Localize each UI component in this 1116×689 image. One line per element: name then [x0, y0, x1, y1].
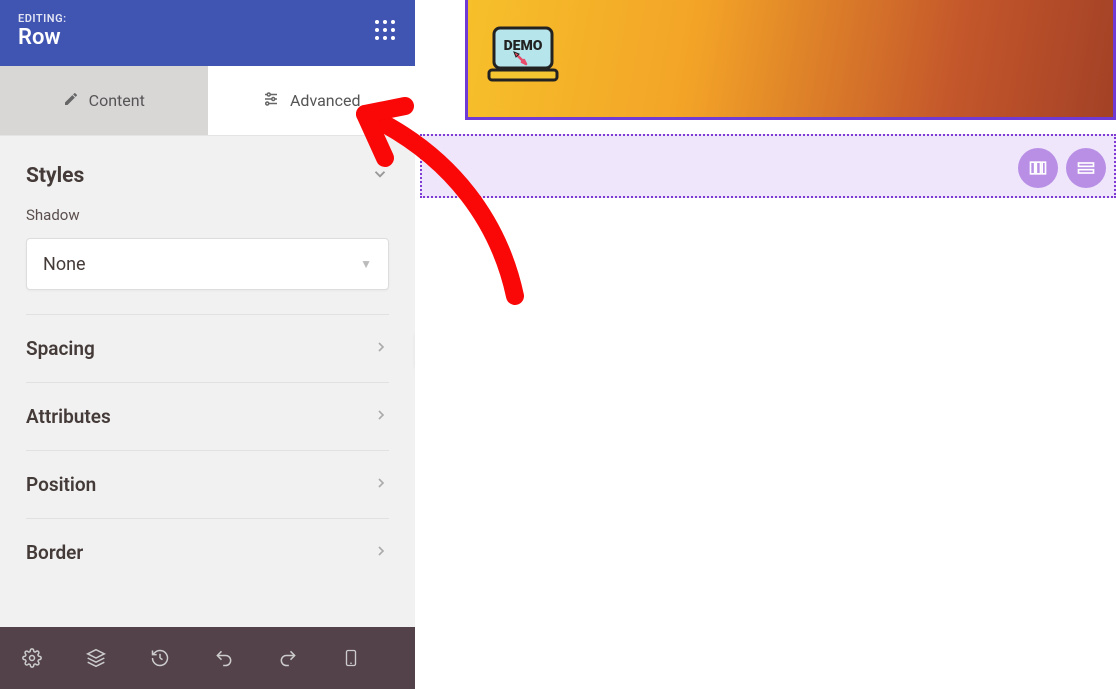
accordion-label: Spacing — [26, 337, 95, 360]
chevron-right-icon — [373, 473, 389, 496]
hero-section[interactable]: DEMO — [465, 0, 1116, 120]
shadow-select[interactable]: None ▼ — [26, 238, 389, 290]
svg-text:DEMO: DEMO — [504, 38, 543, 54]
accordion-border[interactable]: Border — [26, 519, 389, 586]
accordion-label: Position — [26, 473, 96, 496]
tab-advanced-label: Advanced — [290, 91, 361, 110]
pencil-icon — [63, 91, 79, 111]
accordion-attributes[interactable]: Attributes — [26, 383, 389, 451]
chevron-right-icon — [373, 337, 389, 360]
shadow-label: Shadow — [26, 206, 389, 224]
editing-title: Row — [18, 25, 67, 50]
history-button[interactable] — [150, 648, 170, 668]
add-columns-button[interactable] — [1018, 148, 1058, 188]
shadow-field: Shadow None ▼ — [26, 206, 389, 290]
sidebar-tabs: Content Advanced — [0, 66, 415, 136]
sidebar-header: EDITING: Row — [0, 0, 415, 66]
demo-laptop-icon: DEMO — [486, 24, 560, 84]
chevron-down-icon — [371, 165, 389, 187]
accordion-label: Border — [26, 541, 83, 564]
accordion-label: Attributes — [26, 405, 111, 428]
drag-handle-icon[interactable] — [375, 20, 397, 42]
accordion-spacing[interactable]: Spacing — [26, 315, 389, 383]
panel-body: Styles Shadow None ▼ Spacing Attributes — [0, 136, 415, 689]
redo-button[interactable] — [278, 648, 298, 668]
shadow-value: None — [43, 254, 86, 275]
sliders-icon — [262, 90, 280, 112]
tab-advanced[interactable]: Advanced — [208, 66, 416, 135]
chevron-right-icon — [373, 405, 389, 428]
empty-row-dropzone[interactable] — [420, 134, 1116, 198]
mobile-preview-button[interactable] — [342, 647, 360, 669]
styles-section-header[interactable]: Styles — [26, 158, 389, 206]
editor-sidebar: EDITING: Row Content Advanced Styles — [0, 0, 415, 689]
chevron-right-icon — [373, 541, 389, 564]
tab-content[interactable]: Content — [0, 66, 208, 135]
editing-label: EDITING: — [18, 12, 67, 25]
dropdown-caret-icon: ▼ — [360, 257, 372, 271]
accordion-position[interactable]: Position — [26, 451, 389, 519]
settings-button[interactable] — [22, 648, 42, 668]
bottom-toolbar — [0, 627, 415, 689]
add-row-button[interactable] — [1066, 148, 1106, 188]
undo-button[interactable] — [214, 648, 234, 668]
canvas[interactable]: DEMO — [415, 0, 1116, 689]
tab-content-label: Content — [89, 91, 145, 110]
styles-heading: Styles — [26, 164, 84, 188]
layers-button[interactable] — [86, 648, 106, 668]
